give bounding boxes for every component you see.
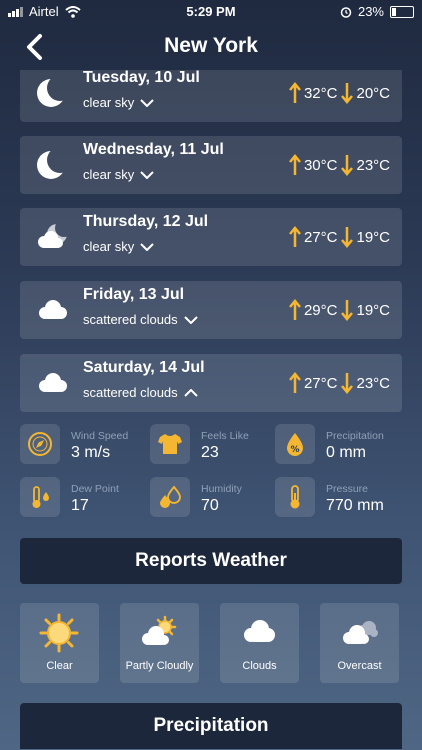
forecast-day-row[interactable]: Wednesday, 11 Jul clear sky 30°C 23°C <box>20 136 402 194</box>
detail-value: 0 mm <box>326 444 366 461</box>
tile-label: Overcast <box>337 660 382 672</box>
forecast-desc-label: scattered clouds <box>83 385 178 400</box>
overcast-icon <box>343 621 378 644</box>
report-tile-overcast[interactable]: Overcast <box>320 603 399 683</box>
forecast-desc-label: clear sky <box>83 239 135 254</box>
thermometer-icon <box>290 485 300 509</box>
arrow-down-icon <box>341 227 354 248</box>
temp-high: 32°C <box>303 84 338 102</box>
detail-label: Humidity <box>201 483 242 495</box>
temp-low: 23°C <box>356 374 390 392</box>
arrow-down-icon <box>341 300 354 321</box>
compass-icon <box>28 432 52 456</box>
temp-high: 27°C <box>303 374 338 392</box>
chevron-down-icon <box>140 242 155 251</box>
detail-value: 3 m/s <box>71 444 111 461</box>
detail-value: 17 <box>71 497 89 514</box>
detail-label: Wind Speed <box>71 430 129 442</box>
arrow-up-icon <box>289 226 301 247</box>
detail-humidity: Humidity 70 <box>150 477 275 519</box>
detail-precipitation: % Precipitation 0 mm <box>275 424 400 466</box>
detail-value: 70 <box>201 497 219 514</box>
arrow-down-icon <box>341 155 354 176</box>
report-tile-partly-cloudy[interactable]: Partly Cloudly <box>120 603 199 683</box>
chevron-down-icon <box>183 315 198 324</box>
status-bar: Airtel 5:29 PM 23% <box>0 0 422 24</box>
forecast-date: Tuesday, 10 Jul <box>83 70 200 86</box>
battery-percent: 23% <box>357 4 384 19</box>
report-tile-clear[interactable]: Clear <box>20 603 99 683</box>
forecast-date: Friday, 13 Jul <box>83 286 185 303</box>
report-tile-clouds[interactable]: Clouds <box>220 603 299 683</box>
battery-icon <box>390 5 414 18</box>
forecast-desc[interactable]: scattered clouds <box>83 385 198 400</box>
alarm-icon <box>340 6 352 18</box>
cloud-icon <box>244 620 275 642</box>
cloud-moon-icon <box>38 224 67 248</box>
tile-label: Clouds <box>242 660 277 672</box>
forecast-date: Wednesday, 11 Jul <box>83 141 224 158</box>
temp-low: 20°C <box>356 84 390 102</box>
weather-details: Wind Speed 3 m/s Feels Like 23 % Precipi… <box>20 424 402 520</box>
temp-low: 19°C <box>356 301 390 319</box>
arrow-up-icon <box>289 82 301 103</box>
tile-label: Clear <box>46 660 73 672</box>
detail-value: 23 <box>201 444 219 461</box>
precipitation-button[interactable]: Precipitation <box>20 703 402 749</box>
cloud-icon <box>39 300 67 319</box>
droplets-icon <box>160 485 181 508</box>
page-title: New York <box>164 34 258 57</box>
arrow-down-icon <box>341 83 354 104</box>
dew-thermometer-icon <box>32 486 49 508</box>
sun-icon <box>39 613 79 653</box>
detail-dew-point: Dew Point 17 <box>20 477 145 519</box>
temp-high: 27°C <box>303 228 338 246</box>
report-tiles: Clear Partly Cloudly Clouds Overcast <box>20 603 402 683</box>
drop-percent-icon: % <box>287 433 303 456</box>
forecast-desc-label: clear sky <box>83 167 135 182</box>
detail-label: Dew Point <box>71 483 119 495</box>
svg-text:%: % <box>290 445 299 455</box>
forecast-date: Thursday, 12 Jul <box>83 213 209 230</box>
reports-weather-button[interactable]: Reports Weather <box>20 538 402 584</box>
chevron-down-icon <box>140 98 155 107</box>
detail-value: 770 mm <box>326 497 384 514</box>
detail-label: Pressure <box>326 483 369 495</box>
detail-wind-speed: Wind Speed 3 m/s <box>20 424 145 466</box>
temp-high: 29°C <box>303 301 338 319</box>
tshirt-icon <box>158 434 182 454</box>
forecast-date: Saturday, 14 Jul <box>83 359 205 376</box>
forecast-desc[interactable]: clear sky <box>83 239 155 254</box>
forecast-desc[interactable]: scattered clouds <box>83 312 198 327</box>
cloud-icon <box>39 373 67 392</box>
arrow-up-icon <box>289 299 301 320</box>
header: New York <box>0 24 422 70</box>
chevron-down-icon <box>140 170 155 179</box>
forecast-day-row[interactable]: Friday, 13 Jul scattered clouds 29°C 19°… <box>20 281 402 339</box>
detail-feels-like: Feels Like 23 <box>150 424 275 466</box>
chevron-up-icon <box>183 388 198 397</box>
forecast-day-row[interactable]: Saturday, 14 Jul scattered clouds 27°C 2… <box>20 354 402 412</box>
partly-cloudy-icon <box>142 615 177 645</box>
detail-label: Precipitation <box>326 430 384 442</box>
tile-label: Partly Cloudly <box>125 660 194 672</box>
forecast-day-row[interactable]: Thursday, 12 Jul clear sky 27°C 19°C <box>20 208 402 266</box>
forecast-desc-label: scattered clouds <box>83 312 178 327</box>
forecast-desc-label: clear sky <box>83 95 135 110</box>
detail-label: Feels Like <box>201 430 249 442</box>
arrow-up-icon <box>289 154 301 175</box>
moon-icon <box>37 79 65 107</box>
temp-high: 30°C <box>303 156 338 174</box>
forecast-desc[interactable]: clear sky <box>83 167 155 182</box>
moon-icon <box>37 151 65 179</box>
forecast-list[interactable]: Tuesday, 10 Jul clear sky 32°C 20°C Wedn… <box>0 70 422 415</box>
arrow-down-icon <box>341 373 354 394</box>
forecast-day-row[interactable]: Tuesday, 10 Jul clear sky 32°C 20°C <box>20 70 402 122</box>
temp-low: 19°C <box>356 228 390 246</box>
forecast-desc[interactable]: clear sky <box>83 95 155 110</box>
temp-low: 23°C <box>356 156 390 174</box>
detail-pressure: Pressure 770 mm <box>275 477 400 519</box>
arrow-up-icon <box>289 372 301 393</box>
